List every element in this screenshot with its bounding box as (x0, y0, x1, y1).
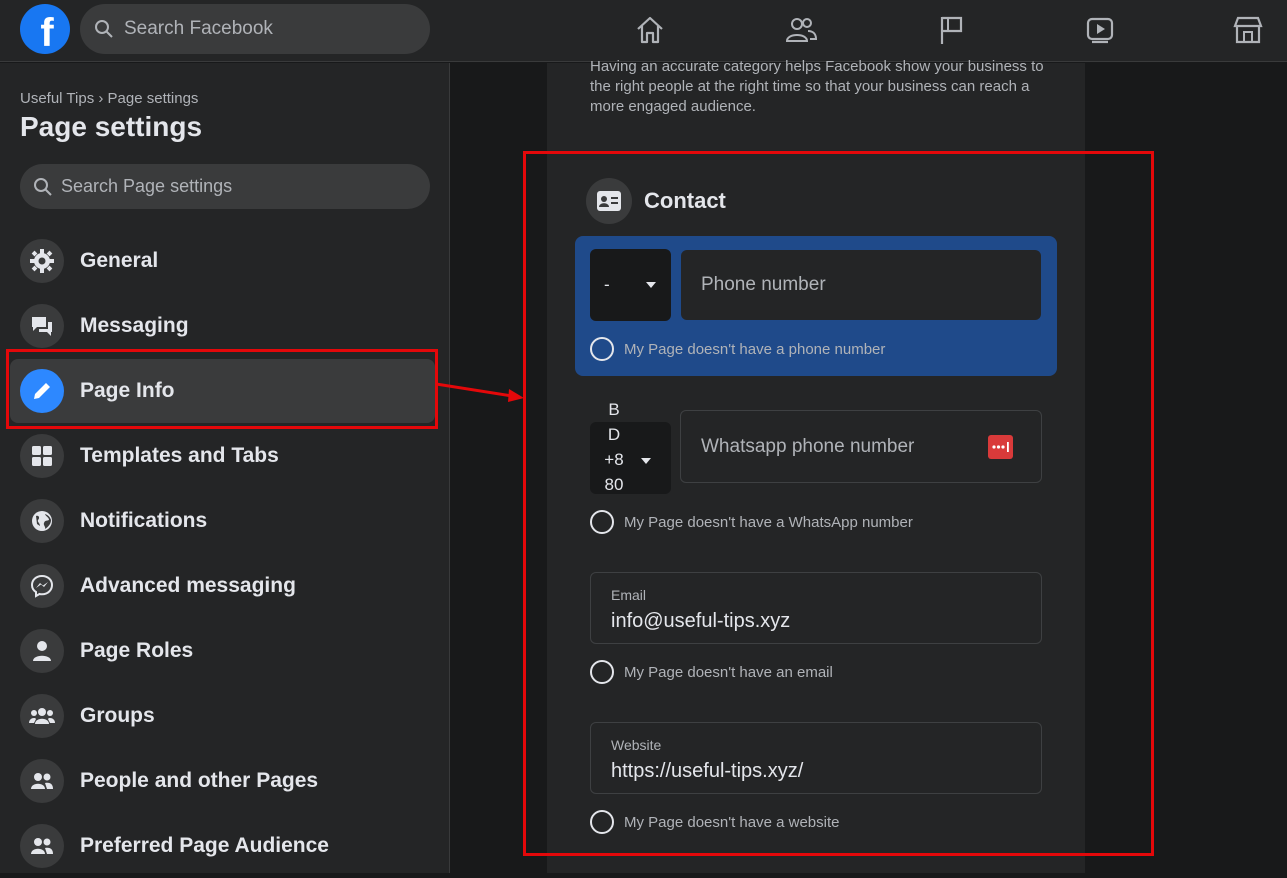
person-icon (20, 629, 64, 673)
email-label: Email (611, 587, 647, 603)
sidebar-item-groups[interactable]: Groups (10, 684, 435, 748)
sidebar-item-label: Groups (80, 704, 155, 727)
no-whatsapp-radio[interactable] (590, 510, 614, 534)
email-field[interactable]: Email info@useful-tips.xyz (590, 572, 1042, 644)
sidebar-item-messaging[interactable]: Messaging (10, 294, 435, 358)
phone-country-code-select[interactable]: - (590, 249, 671, 321)
annotation-arrow (436, 382, 524, 402)
pencil-icon (20, 369, 64, 413)
no-whatsapp-label: My Page doesn't have a WhatsApp number (624, 513, 913, 531)
pages-flag-icon[interactable] (930, 10, 970, 50)
sidebar-item-notifications[interactable]: Notifications (10, 489, 435, 553)
website-field[interactable]: Website https://useful-tips.xyz/ (590, 722, 1042, 794)
facebook-logo-letter: f (40, 10, 54, 55)
phone-number-input[interactable]: Phone number (681, 250, 1041, 320)
phone-number-placeholder: Phone number (701, 274, 826, 295)
sidebar-item-label: People and other Pages (80, 769, 319, 792)
no-website-option[interactable]: My Page doesn't have a website (590, 810, 840, 834)
whatsapp-country-code-value: BD +880 (604, 400, 624, 494)
sidebar-item-label: Templates and Tabs (80, 444, 279, 467)
whatsapp-country-code-select[interactable] (590, 422, 671, 494)
contact-section-header: Contact (586, 178, 726, 224)
sidebar-item-label: Messaging (80, 314, 189, 337)
sidebar-item-label: Notifications (80, 509, 208, 532)
group-icon (20, 694, 64, 738)
chevron-down-icon (641, 458, 651, 464)
search-icon (95, 20, 113, 38)
chevron-down-icon (646, 282, 656, 288)
no-whatsapp-option[interactable]: My Page doesn't have a WhatsApp number (590, 510, 913, 534)
no-website-label: My Page doesn't have a website (624, 813, 840, 831)
people-icon (20, 824, 64, 868)
gear-icon (20, 239, 64, 283)
contact-title: Contact (644, 188, 726, 213)
search-placeholder: Search Page settings (61, 176, 233, 196)
whatsapp-number-placeholder: Whatsapp phone number (701, 435, 915, 457)
home-icon[interactable] (630, 10, 670, 50)
website-value: https://useful-tips.xyz/ (611, 760, 804, 782)
sidebar-item-label: Page Info (80, 379, 175, 402)
search-placeholder: Search Facebook (124, 18, 273, 39)
watch-icon[interactable] (1080, 10, 1120, 50)
sidebar-item-label: General (80, 249, 159, 272)
email-value: info@useful-tips.xyz (611, 610, 791, 632)
no-phone-option[interactable]: My Page doesn't have a phone number (590, 337, 885, 361)
no-email-option[interactable]: My Page doesn't have an email (590, 660, 833, 684)
category-help-text: Having an accurate category helps Facebo… (590, 58, 1044, 115)
breadcrumb[interactable]: Useful Tips › Page settings (20, 90, 198, 107)
sidebar-item-label: Page Roles (80, 639, 194, 662)
sidebar-item-page-roles[interactable]: Page Roles (10, 619, 435, 683)
sidebar-item-templates-and-tabs[interactable]: Templates and Tabs (10, 424, 435, 488)
search-icon (34, 177, 52, 196)
grid-icon (20, 434, 64, 478)
friends-icon[interactable] (781, 10, 821, 50)
contact-card-icon (586, 178, 632, 224)
marketplace-icon[interactable] (1228, 10, 1268, 50)
no-website-radio[interactable] (590, 810, 614, 834)
password-manager-icon[interactable] (988, 435, 1013, 459)
sidebar-item-people-and-other-pages[interactable]: People and other Pages (10, 749, 435, 813)
chat-icon (20, 304, 64, 348)
page-settings-search-input[interactable]: Search Page settings (20, 164, 430, 209)
facebook-logo[interactable]: f (20, 4, 70, 55)
sidebar-item-label: Preferred Page Audience (80, 834, 329, 857)
sidebar-item-advanced-messaging[interactable]: Advanced messaging (10, 554, 435, 618)
no-phone-radio[interactable] (590, 337, 614, 361)
no-phone-label: My Page doesn't have a phone number (624, 340, 886, 358)
facebook-search-input[interactable]: Search Facebook (80, 4, 430, 54)
sidebar-item-preferred-page-audience[interactable]: Preferred Page Audience (10, 814, 435, 878)
sidebar-item-label: Advanced messaging (80, 574, 296, 597)
no-email-radio[interactable] (590, 660, 614, 684)
no-email-label: My Page doesn't have an email (624, 663, 833, 681)
sidebar-item-general[interactable]: General (10, 229, 435, 293)
people-icon (20, 759, 64, 803)
globe-icon (20, 499, 64, 543)
top-navigation-bar: f Search Facebook (0, 0, 1287, 62)
phone-country-code-value: - (604, 275, 610, 294)
sidebar-item-page-info[interactable]: Page Info (10, 359, 435, 423)
website-label: Website (611, 737, 662, 753)
settings-sidebar: Useful Tips › Page settings Page setting… (0, 63, 450, 873)
messenger-icon (20, 564, 64, 608)
page-title: Page settings (20, 111, 203, 142)
